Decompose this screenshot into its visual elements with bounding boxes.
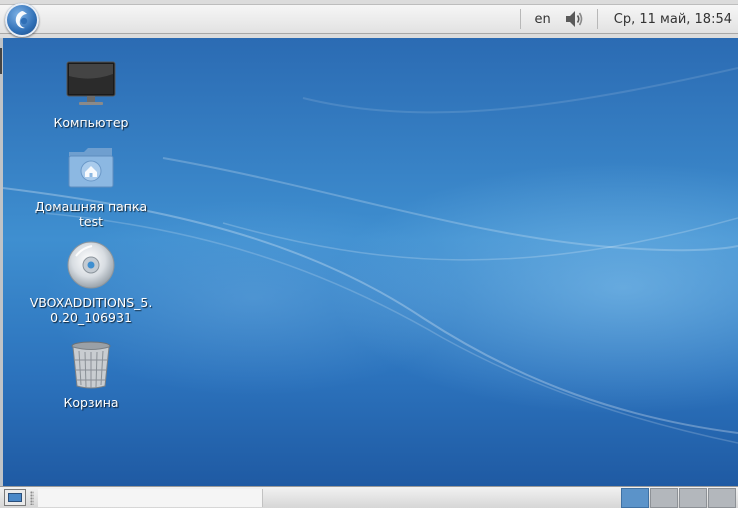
workspace-4-button[interactable] — [708, 488, 736, 508]
desktop-icon-label: VBOXADDITIONS_5.0.20_106931 — [29, 295, 153, 325]
app-menu-logo-icon[interactable] — [5, 3, 39, 37]
top-panel: en Ср, 11 май, 18:54 — [0, 0, 738, 38]
show-desktop-screen — [8, 493, 22, 502]
task-list[interactable] — [38, 489, 263, 507]
monitor-icon — [64, 60, 118, 114]
home-folder-icon — [64, 144, 118, 198]
trash-bin-icon — [64, 340, 118, 394]
tray-separator — [596, 9, 598, 29]
workspace-2-button[interactable] — [650, 488, 678, 508]
desktop-icon-label: Корзина — [63, 395, 119, 410]
cd-disc-icon — [64, 240, 118, 294]
desktop-edge-marker — [0, 48, 2, 74]
desktop-icon-label: Компьютер — [53, 115, 129, 130]
show-desktop-icon[interactable] — [4, 489, 26, 506]
keyboard-layout-indicator[interactable]: en — [523, 12, 563, 27]
system-tray: en Ср, 11 май, 18:54 — [518, 4, 738, 34]
clock[interactable]: Ср, 11 май, 18:54 — [600, 12, 738, 27]
workspace-switcher — [620, 488, 736, 508]
tray-separator — [519, 9, 521, 29]
desktop-icon-label: Домашняя папка test — [34, 199, 148, 229]
desktop-icon-vboxadditions[interactable]: VBOXADDITIONS_5.0.20_106931 — [26, 240, 156, 325]
workspace-3-button[interactable] — [679, 488, 707, 508]
workspace-1-button[interactable] — [621, 488, 649, 508]
bottom-panel — [0, 486, 738, 508]
speaker-volume-icon[interactable] — [563, 8, 585, 30]
desktop-background: Компьютер Домашняя папка test VBOXADDITI… — [3, 38, 738, 486]
panel-drag-handle[interactable] — [30, 491, 34, 505]
desktop-icon-trash[interactable]: Корзина — [26, 340, 156, 410]
desktop-icon-computer[interactable]: Компьютер — [26, 60, 156, 130]
desktop-icon-home-folder[interactable]: Домашняя папка test — [26, 144, 156, 229]
